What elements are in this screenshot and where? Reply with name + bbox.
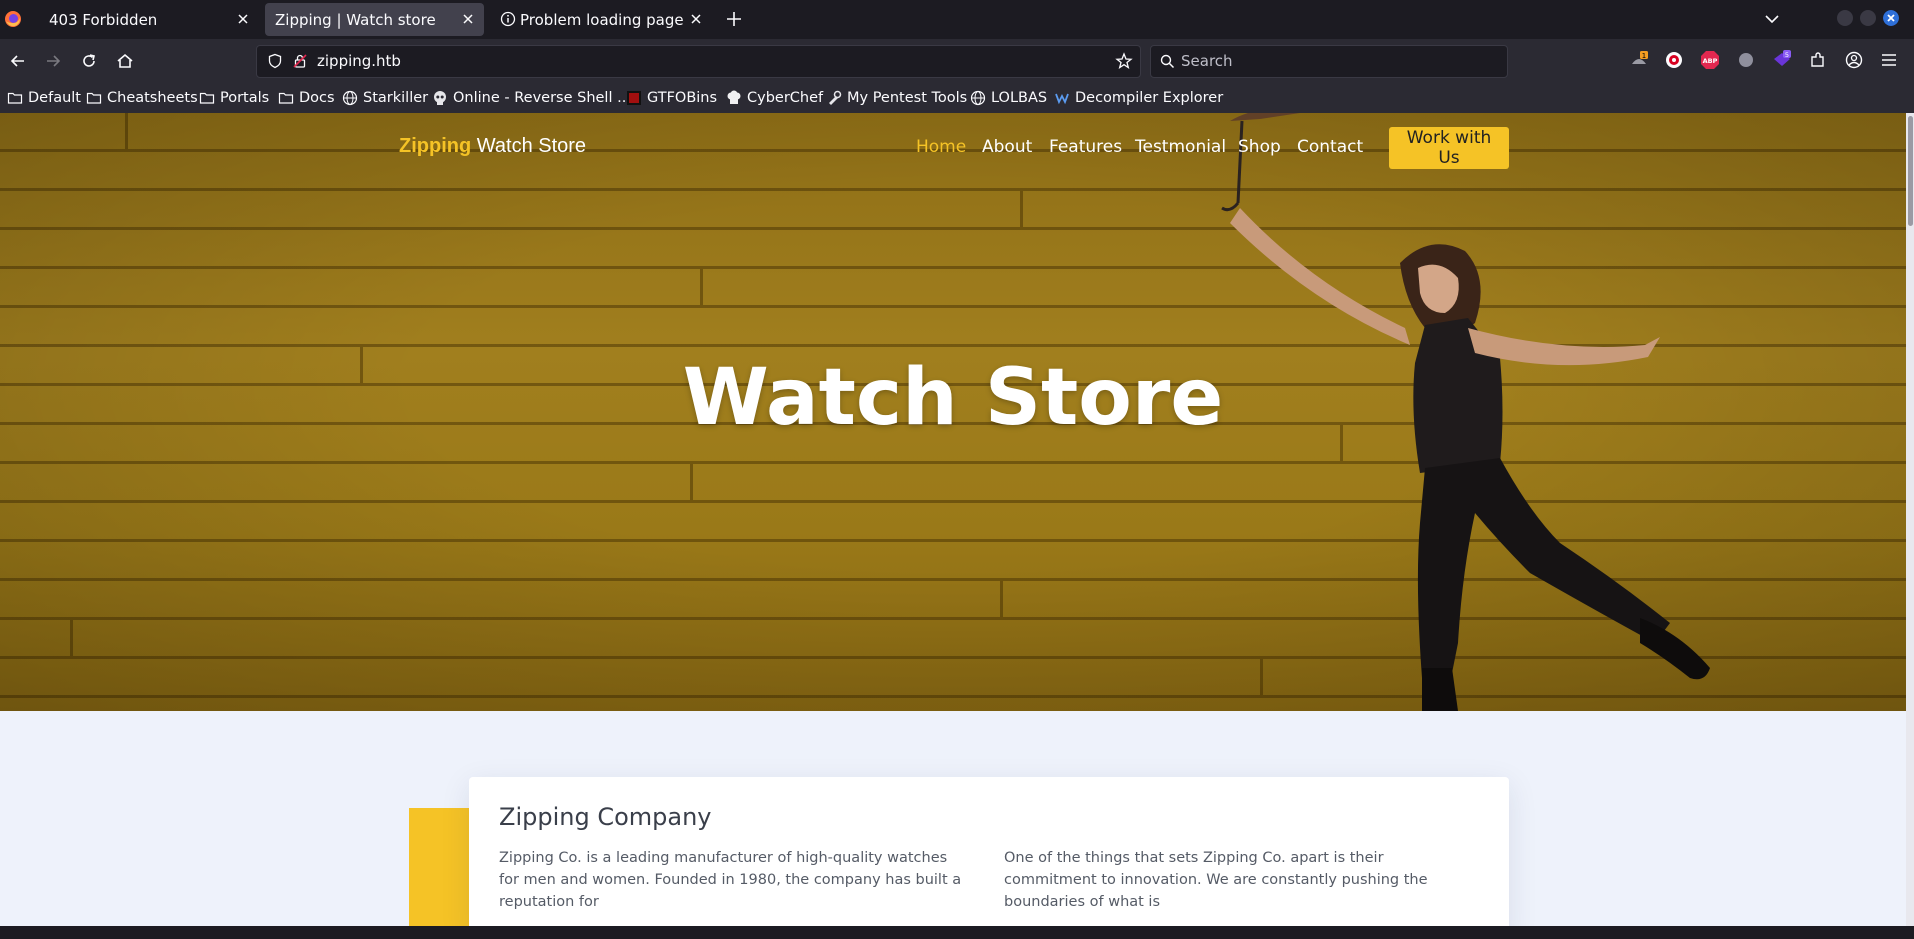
bookmark-label: Cheatsheets [107,90,198,106]
search-input[interactable]: Search [1150,45,1508,78]
brand-rest: Watch Store [471,135,587,157]
hero-title: Watch Store [682,353,1224,443]
tab-problem-loading-page[interactable]: Problem loading page [490,3,712,36]
nav-about[interactable]: About [982,137,1032,157]
info-icon [500,11,516,27]
tab-label: Zipping | Watch store [275,11,436,29]
globe-icon [342,90,358,106]
bookmark-label: Docs [299,90,335,106]
about-section: Zipping Company Zipping Co. is a leading… [0,711,1914,937]
chef-icon [727,90,741,104]
new-tab-plus-icon[interactable] [724,9,744,29]
skull-icon [434,91,446,105]
search-icon [1160,54,1175,69]
bookmark-label: Portals [220,90,270,106]
bookmark-label: Online - Reverse Shell ... [453,90,631,106]
close-icon[interactable] [458,9,478,29]
maximize-button[interactable] [1860,10,1876,26]
adblock-plus-icon[interactable]: ABP [1700,50,1720,70]
minimize-button[interactable] [1837,10,1853,26]
bookmark-docs[interactable]: Docs [278,87,335,109]
account-icon[interactable] [1844,50,1864,70]
bookmark-my-pentest-tools[interactable]: My Pentest Tools [826,87,967,109]
folder-icon [278,92,294,104]
work-with-us-button[interactable]: Work with Us [1389,127,1509,169]
window-close-icon[interactable] [1883,10,1899,26]
folder-icon [86,92,102,104]
web-page: Zipping Watch Store Home About Features … [0,113,1914,937]
hackbar-extension-icon[interactable]: 5 [1772,50,1792,70]
globe-icon [970,90,986,106]
bookmark-default[interactable]: Default [7,87,81,109]
bookmark-cheatsheets[interactable]: Cheatsheets [86,87,198,109]
nav-testmonial[interactable]: Testmonial [1135,137,1226,157]
tab-bar: 403 Forbidden Zipping | Watch store Prob… [0,0,1914,39]
bookmark-label: GTFOBins [647,90,718,106]
grey-circle-extension-icon[interactable] [1736,50,1756,70]
extension-badge: 5 [1785,51,1789,59]
tab-label: Problem loading page [520,11,684,29]
site-brand-logo[interactable]: Zipping Watch Store [399,135,586,158]
folder-icon [7,92,23,104]
url-text: zipping.htb [317,52,401,70]
bookmark-star-icon[interactable] [1115,52,1133,70]
bookmark-lolbas[interactable]: LOLBAS [970,87,1047,109]
nav-contact[interactable]: Contact [1297,137,1363,157]
adblock-label: ABP [1703,57,1718,65]
bookmark-decompiler-explorer[interactable]: Decompiler Explorer [1054,87,1223,109]
foxyproxy-extension-icon[interactable]: 1 [1629,50,1649,70]
firefox-logo-icon[interactable] [4,10,22,28]
wappalyzer-extension-icon[interactable] [1664,50,1684,70]
bookmark-starkiller[interactable]: Starkiller [342,87,428,109]
forward-arrow-icon[interactable] [43,51,63,71]
home-icon[interactable] [115,51,135,71]
about-card: Zipping Company Zipping Co. is a leading… [469,777,1509,937]
folder-icon [199,92,215,104]
close-icon[interactable] [233,9,253,29]
extensions-puzzle-icon[interactable] [1808,50,1828,70]
bookmark-portals[interactable]: Portals [199,87,269,109]
bookmark-cyberchef[interactable]: CyberChef [726,87,823,109]
reload-icon[interactable] [79,51,99,71]
bookmark-gtfobins[interactable]: GTFOBins [626,87,717,109]
address-bar[interactable]: zipping.htb [256,45,1141,78]
hamburger-menu-icon[interactable] [1879,50,1899,70]
back-arrow-icon[interactable] [8,51,28,71]
bookmark-label: CyberChef [747,90,824,106]
tools-icon [829,90,842,105]
scrollbar-thumb[interactable] [1908,116,1913,226]
chevron-down-icon[interactable] [1762,9,1782,29]
bookmark-label: Decompiler Explorer [1075,90,1224,106]
nav-shop[interactable]: Shop [1238,137,1281,157]
extension-badge: 1 [1642,52,1646,60]
page-scrollbar[interactable] [1906,113,1914,926]
shield-icon[interactable] [267,53,283,69]
brand-accent: Zipping [399,135,472,157]
bookmark-label: Default [28,90,81,106]
hero-banner: Zipping Watch Store Home About Features … [0,113,1914,711]
tab-403-forbidden[interactable]: 403 Forbidden [33,3,259,36]
bookmark-reverse-shell[interactable]: Online - Reverse Shell ... [432,87,631,109]
insecure-lock-icon[interactable] [292,53,308,69]
about-paragraph-1: Zipping Co. is a leading manufacturer of… [499,850,962,910]
close-icon[interactable] [686,9,706,29]
bookmark-label: LOLBAS [991,90,1048,106]
bookmark-label: Starkiller [363,90,429,106]
bookmark-label: My Pentest Tools [847,90,968,106]
about-heading: Zipping Company [499,803,712,831]
bookmarks-toolbar: Default Cheatsheets Portals Docs Starkil… [0,83,1914,114]
tab-zipping-watch-store[interactable]: Zipping | Watch store [265,3,484,36]
nav-home[interactable]: Home [916,137,966,157]
dogbolt-icon [1055,93,1069,105]
gtfobins-icon [627,91,641,105]
nav-features[interactable]: Features [1049,137,1122,157]
search-placeholder: Search [1181,52,1233,70]
taskbar-strip [0,926,1914,939]
tab-label: 403 Forbidden [49,11,158,29]
about-paragraph-2: One of the things that sets Zipping Co. … [1004,850,1428,910]
navigation-toolbar: zipping.htb Search 1 ABP 5 [0,39,1914,83]
